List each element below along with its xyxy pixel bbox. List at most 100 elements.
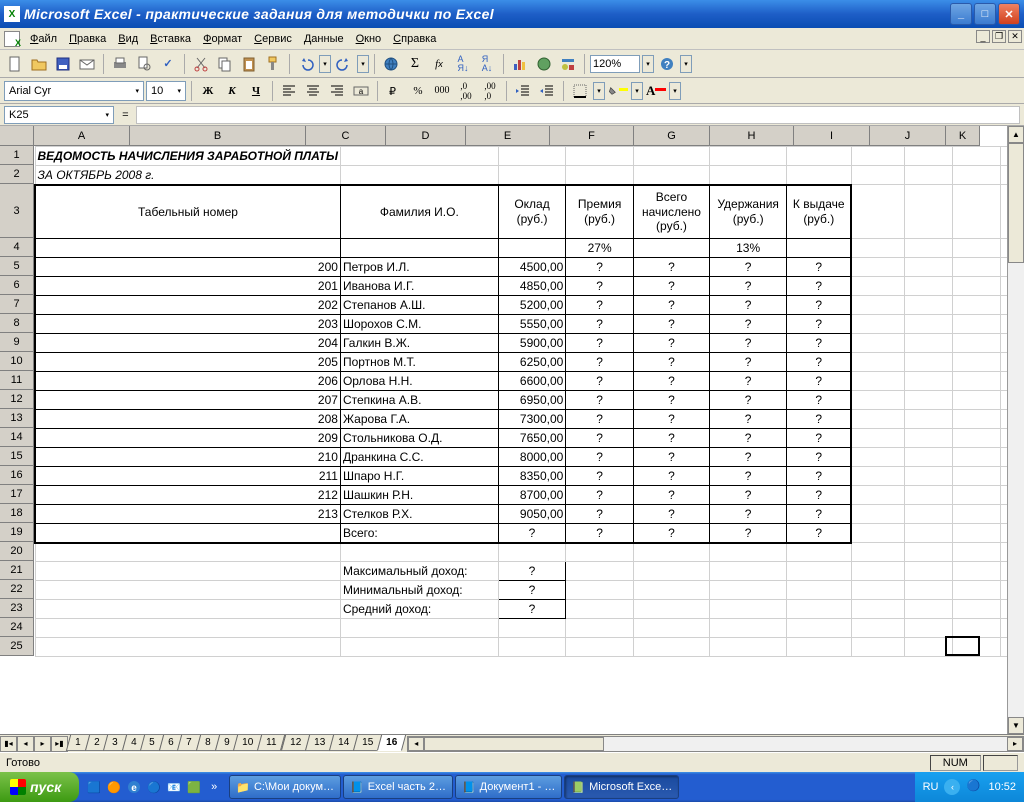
cell[interactable]: Иванова И.Г. bbox=[340, 277, 498, 296]
cell[interactable] bbox=[787, 147, 852, 166]
cell[interactable]: Степанов А.Ш. bbox=[340, 296, 498, 315]
cell[interactable]: Табельный номер bbox=[35, 185, 340, 239]
cell[interactable] bbox=[566, 600, 634, 619]
cell[interactable] bbox=[851, 334, 904, 353]
row-header-23[interactable]: 23 bbox=[0, 599, 34, 618]
save-icon[interactable] bbox=[52, 53, 74, 75]
cell[interactable] bbox=[851, 277, 904, 296]
cell[interactable] bbox=[851, 258, 904, 277]
cell[interactable] bbox=[953, 524, 1001, 543]
cell[interactable]: ? bbox=[633, 258, 709, 277]
cell[interactable] bbox=[633, 543, 709, 562]
cell[interactable]: ? bbox=[787, 315, 852, 334]
row-header-16[interactable]: 16 bbox=[0, 466, 34, 485]
copy-icon[interactable] bbox=[214, 53, 236, 75]
font-size-combo[interactable]: 10▾ bbox=[146, 81, 186, 101]
cell[interactable] bbox=[953, 505, 1001, 524]
print-icon[interactable] bbox=[109, 53, 131, 75]
col-header-B[interactable]: B bbox=[130, 126, 306, 146]
cell[interactable]: 201 bbox=[35, 277, 340, 296]
bold-button[interactable]: Ж bbox=[197, 80, 219, 102]
cell[interactable]: Минимальный доход: bbox=[340, 581, 498, 600]
row-header-17[interactable]: 17 bbox=[0, 485, 34, 504]
cell[interactable] bbox=[953, 562, 1001, 581]
cell[interactable] bbox=[566, 543, 634, 562]
cell[interactable]: ? bbox=[633, 467, 709, 486]
cell[interactable]: ? bbox=[566, 277, 634, 296]
cell[interactable]: 212 bbox=[35, 486, 340, 505]
cell[interactable] bbox=[953, 619, 1001, 638]
cell[interactable] bbox=[566, 166, 634, 185]
col-header-A[interactable]: A bbox=[34, 126, 130, 146]
tray-app-icon[interactable]: 🔵 bbox=[966, 779, 982, 795]
cell[interactable] bbox=[851, 372, 904, 391]
cell[interactable]: 6250,00 bbox=[498, 353, 566, 372]
cell[interactable]: ? bbox=[498, 562, 566, 581]
cell[interactable] bbox=[953, 429, 1001, 448]
maximize-button[interactable]: □ bbox=[974, 3, 996, 25]
row-header-19[interactable]: 19 bbox=[0, 523, 34, 542]
cell[interactable] bbox=[904, 334, 952, 353]
cell[interactable]: ? bbox=[566, 505, 634, 524]
cell[interactable]: 204 bbox=[35, 334, 340, 353]
cell[interactable]: ? bbox=[498, 581, 566, 600]
cell[interactable]: Стольникова О.Д. bbox=[340, 429, 498, 448]
cell[interactable]: Удержания (руб.) bbox=[710, 185, 787, 239]
row-header-22[interactable]: 22 bbox=[0, 580, 34, 599]
cell[interactable] bbox=[904, 185, 952, 239]
cell[interactable]: 206 bbox=[35, 372, 340, 391]
cell[interactable]: 4850,00 bbox=[498, 277, 566, 296]
cell[interactable] bbox=[904, 429, 952, 448]
cell[interactable] bbox=[498, 147, 566, 166]
cell[interactable]: 202 bbox=[35, 296, 340, 315]
cell[interactable]: Шпаро Н.Г. bbox=[340, 467, 498, 486]
cell[interactable] bbox=[851, 429, 904, 448]
cell[interactable] bbox=[498, 638, 566, 657]
cell[interactable] bbox=[851, 543, 904, 562]
cell[interactable] bbox=[904, 543, 952, 562]
cell[interactable]: ЗА ОКТЯБРЬ 2008 г. bbox=[35, 166, 340, 185]
cell[interactable]: 5900,00 bbox=[498, 334, 566, 353]
mdi-minimize-button[interactable]: _ bbox=[976, 30, 990, 43]
language-indicator[interactable]: RU bbox=[923, 781, 939, 793]
cell[interactable] bbox=[633, 239, 709, 258]
align-left-icon[interactable] bbox=[278, 80, 300, 102]
cell[interactable] bbox=[35, 619, 340, 638]
col-header-C[interactable]: C bbox=[306, 126, 386, 146]
cell[interactable]: Галкин В.Ж. bbox=[340, 334, 498, 353]
borders-icon[interactable] bbox=[569, 80, 591, 102]
cell[interactable]: ? bbox=[633, 410, 709, 429]
cell[interactable] bbox=[904, 467, 952, 486]
scroll-down-button[interactable]: ▼ bbox=[1008, 717, 1024, 734]
sort-desc-icon[interactable]: ЯА↓ bbox=[476, 53, 498, 75]
cell[interactable] bbox=[904, 562, 952, 581]
cell[interactable] bbox=[904, 391, 952, 410]
undo-icon[interactable] bbox=[295, 53, 317, 75]
cell[interactable]: 8000,00 bbox=[498, 448, 566, 467]
cell[interactable] bbox=[35, 581, 340, 600]
row-header-2[interactable]: 2 bbox=[0, 165, 34, 184]
row-header-7[interactable]: 7 bbox=[0, 295, 34, 314]
cell[interactable]: ? bbox=[566, 296, 634, 315]
font-name-combo[interactable]: Arial Cyr▾ bbox=[4, 81, 144, 101]
cell[interactable]: ? bbox=[787, 372, 852, 391]
cell[interactable] bbox=[953, 315, 1001, 334]
cell[interactable] bbox=[340, 543, 498, 562]
cell[interactable] bbox=[904, 505, 952, 524]
cell[interactable] bbox=[633, 638, 709, 657]
row-header-24[interactable]: 24 bbox=[0, 618, 34, 637]
cell[interactable] bbox=[953, 600, 1001, 619]
scroll-thumb[interactable] bbox=[1008, 143, 1024, 263]
cell[interactable]: ? bbox=[566, 391, 634, 410]
cell[interactable]: Всего начислено (руб.) bbox=[633, 185, 709, 239]
worksheet-grid[interactable]: ABCDEFGHIJK 1234567891011121314151617181… bbox=[0, 126, 1024, 734]
open-icon[interactable] bbox=[28, 53, 50, 75]
cell[interactable]: ? bbox=[498, 600, 566, 619]
col-header-D[interactable]: D bbox=[386, 126, 466, 146]
cell[interactable] bbox=[787, 600, 852, 619]
scroll-up-button[interactable]: ▲ bbox=[1008, 126, 1024, 143]
cell[interactable] bbox=[953, 185, 1001, 239]
cell[interactable]: ? bbox=[787, 486, 852, 505]
cell[interactable] bbox=[633, 562, 709, 581]
cell[interactable]: ? bbox=[710, 429, 787, 448]
